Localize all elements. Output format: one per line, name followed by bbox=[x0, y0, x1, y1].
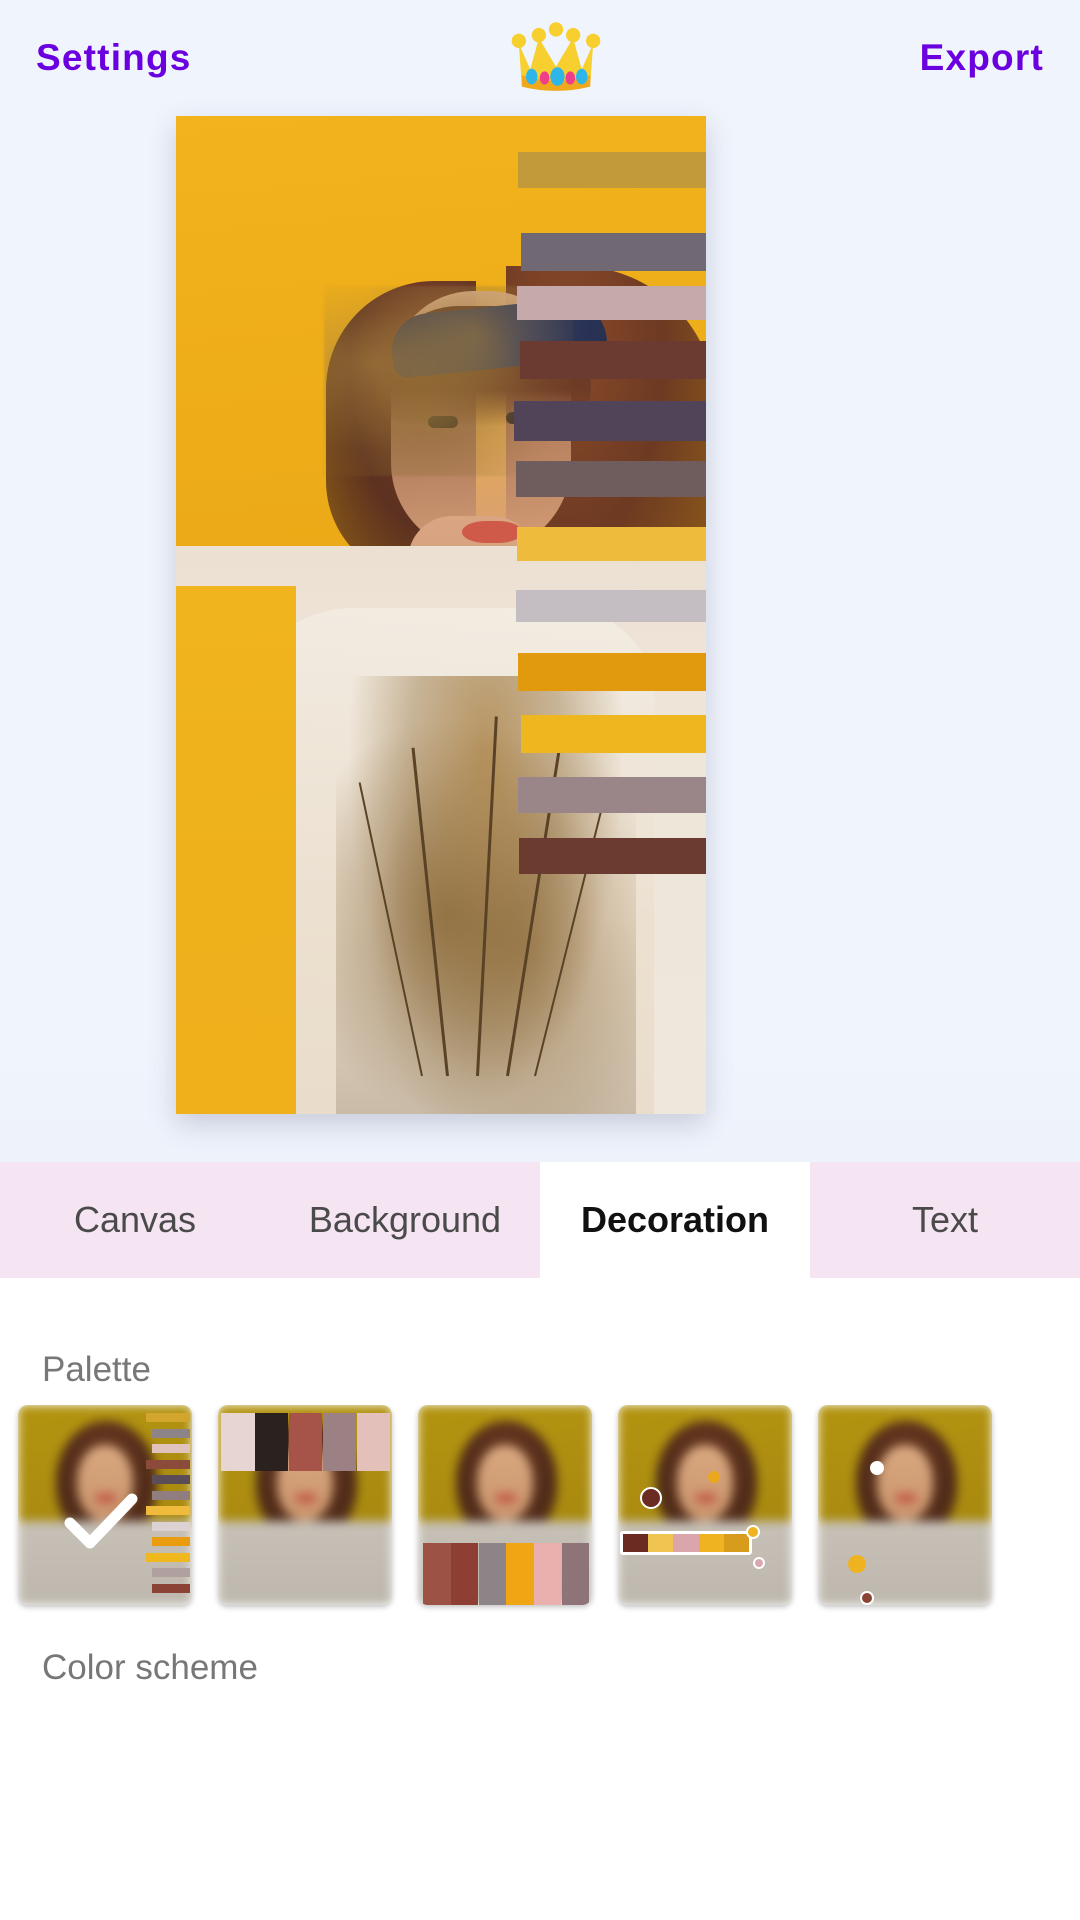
tab-canvas[interactable]: Canvas bbox=[0, 1162, 270, 1278]
palette-swatch bbox=[152, 1444, 190, 1453]
decoration-bar[interactable] bbox=[514, 401, 706, 441]
palette-swatch bbox=[146, 1413, 190, 1422]
palette-swatch bbox=[152, 1475, 190, 1484]
decoration-bar[interactable] bbox=[518, 152, 706, 188]
palette-dot bbox=[640, 1487, 662, 1509]
decoration-bar[interactable] bbox=[518, 653, 706, 691]
palette-dot bbox=[870, 1461, 884, 1475]
palette-swatch bbox=[152, 1428, 190, 1438]
palette-thumbnail-overlay bbox=[618, 1405, 792, 1605]
palette-swatch bbox=[322, 1413, 356, 1471]
palette-swatch bbox=[146, 1506, 190, 1515]
decoration-bar[interactable] bbox=[517, 286, 706, 320]
palette-swatch bbox=[450, 1543, 479, 1605]
decoration-bar[interactable] bbox=[517, 527, 706, 561]
tab-text[interactable]: Text bbox=[810, 1162, 1080, 1278]
editor-tab-bar: Canvas Background Decoration Text bbox=[0, 1162, 1080, 1278]
palette-thumbnail-overlay bbox=[818, 1405, 992, 1605]
palette-swatch bbox=[152, 1568, 190, 1577]
palette-swatch bbox=[478, 1543, 507, 1605]
palette-swatch bbox=[146, 1459, 190, 1469]
canvas-preview[interactable] bbox=[176, 116, 706, 1114]
palette-section-label: Palette bbox=[42, 1350, 151, 1389]
palette-swatch bbox=[288, 1413, 323, 1471]
palette-swatch bbox=[561, 1543, 590, 1605]
canvas-stage bbox=[0, 116, 1080, 1162]
decoration-bar[interactable] bbox=[519, 838, 706, 874]
palette-swatch bbox=[221, 1413, 255, 1471]
decoration-bar[interactable] bbox=[521, 715, 706, 753]
crown-icon bbox=[496, 18, 616, 98]
palette-swatch bbox=[152, 1583, 190, 1593]
decoration-bars-layer bbox=[176, 116, 706, 1114]
palette-thumbnail[interactable] bbox=[618, 1405, 792, 1605]
palette-swatch bbox=[152, 1537, 190, 1546]
top-app-bar: Settings Export bbox=[0, 0, 1080, 116]
tab-background[interactable]: Background bbox=[270, 1162, 540, 1278]
palette-swatch bbox=[648, 1534, 674, 1552]
decoration-bar[interactable] bbox=[516, 461, 706, 497]
app-root: Settings Export Canvas Background Decora… bbox=[0, 0, 1080, 1920]
palette-dot bbox=[753, 1557, 765, 1569]
palette-swatch bbox=[146, 1552, 190, 1562]
color-scheme-section-label: Color scheme bbox=[42, 1648, 258, 1687]
tab-decoration[interactable]: Decoration bbox=[540, 1162, 810, 1278]
palette-dot bbox=[848, 1555, 866, 1573]
palette-dot bbox=[708, 1471, 720, 1483]
palette-swatch bbox=[506, 1543, 534, 1605]
palette-swatch bbox=[152, 1521, 190, 1531]
palette-thumbnail-overlay bbox=[218, 1405, 392, 1605]
export-button[interactable]: Export bbox=[910, 31, 1054, 85]
palette-swatch bbox=[723, 1534, 749, 1552]
palette-dot bbox=[746, 1525, 760, 1539]
palette-swatch bbox=[698, 1534, 724, 1552]
palette-swatch bbox=[152, 1490, 190, 1500]
palette-thumbnail-list[interactable] bbox=[0, 1405, 1080, 1635]
palette-swatch bbox=[356, 1413, 390, 1471]
decoration-bar[interactable] bbox=[521, 233, 706, 271]
decoration-bar[interactable] bbox=[516, 590, 706, 622]
palette-swatch-bar bbox=[620, 1531, 752, 1555]
palette-swatch bbox=[533, 1543, 562, 1605]
palette-swatch bbox=[255, 1413, 289, 1471]
decoration-bar[interactable] bbox=[518, 777, 706, 813]
palette-thumbnail[interactable] bbox=[418, 1405, 592, 1605]
check-icon bbox=[64, 1493, 138, 1549]
palette-thumbnail-overlay bbox=[418, 1405, 592, 1605]
palette-swatch bbox=[623, 1534, 649, 1552]
palette-dot bbox=[860, 1591, 874, 1605]
palette-thumbnail[interactable] bbox=[18, 1405, 192, 1605]
color-scheme-slider-row bbox=[0, 1758, 1080, 1878]
palette-thumbnail[interactable] bbox=[818, 1405, 992, 1605]
settings-button[interactable]: Settings bbox=[26, 31, 202, 85]
decoration-bar[interactable] bbox=[520, 341, 706, 379]
palette-swatch bbox=[673, 1534, 699, 1552]
palette-swatch bbox=[423, 1543, 451, 1605]
palette-thumbnail[interactable] bbox=[218, 1405, 392, 1605]
